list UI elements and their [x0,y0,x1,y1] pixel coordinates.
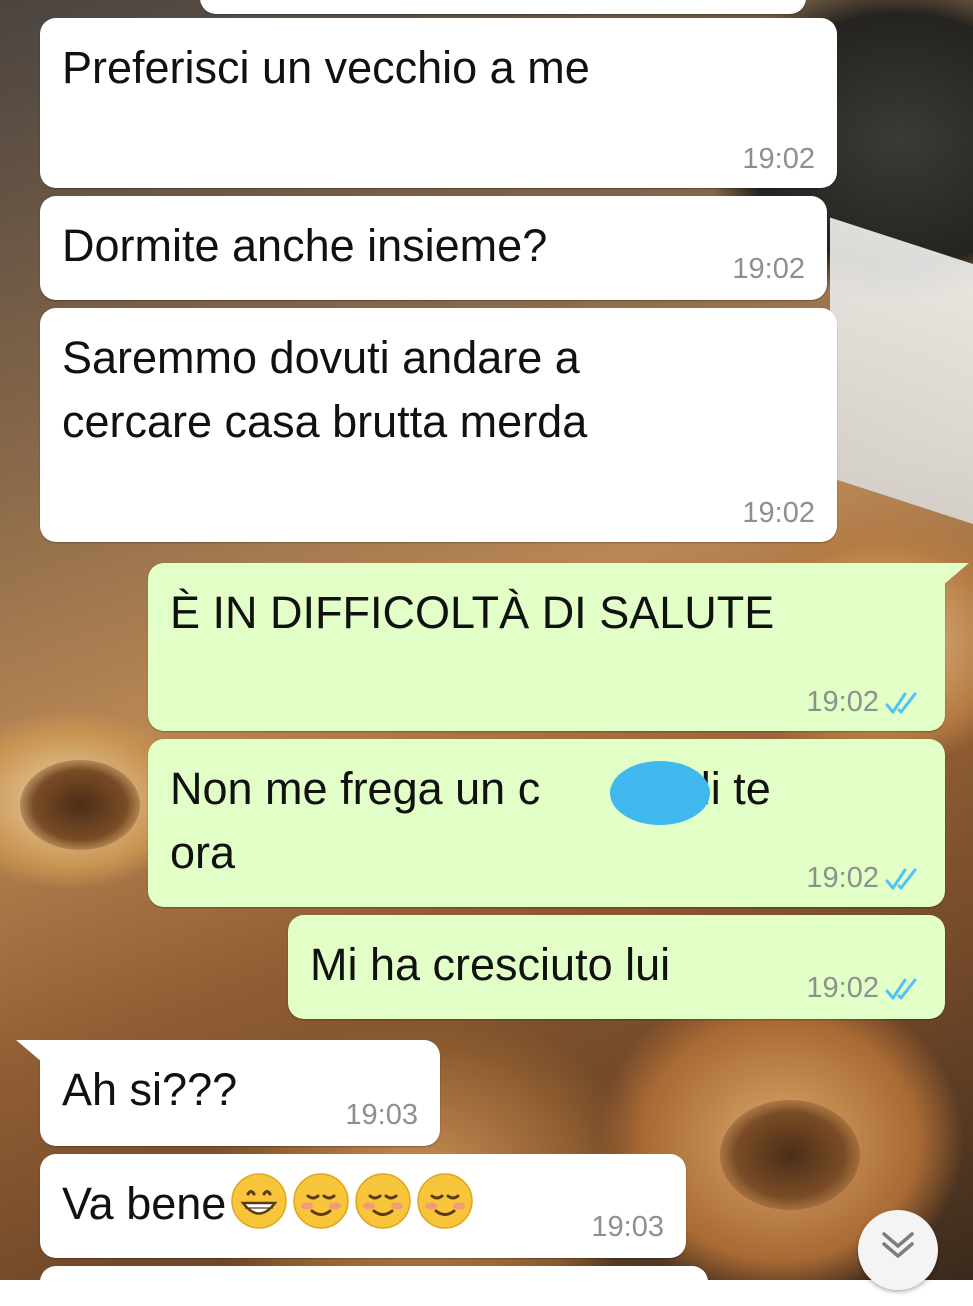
message-time: 19:02 [742,497,815,529]
message-text: Va bene [62,1172,664,1236]
message-meta: 19:02 [806,972,923,1005]
double-check-icon [885,868,917,889]
message-text: È IN DIFFICOLTÀ DI SALUTE [170,587,775,638]
message-text-before-redaction: Non me frega un c [170,763,541,814]
message-time: 19:02 [806,862,879,894]
message-time: 19:02 [742,143,815,175]
next-message-partial[interactable] [40,1266,708,1306]
message-outgoing[interactable]: Mi ha cresciuto lui 19:02 [288,915,945,1019]
scroll-to-bottom-button[interactable] [858,1210,938,1290]
message-incoming[interactable]: Saremmo dovuti andare a cercare casa bru… [40,308,837,542]
double-check-icon [885,978,917,999]
smiling-face-icon [355,1173,412,1229]
message-incoming[interactable]: Ah si??? 19:03 [16,1040,440,1146]
message-incoming[interactable]: Va bene 19:03 [40,1154,686,1258]
wallpaper-donut-hole [20,760,140,850]
message-meta: 19:02 [732,253,805,286]
message-meta: 19:03 [345,1099,418,1132]
double-chevron-down-icon [882,1232,914,1258]
message-text: Dormite anche insieme? [62,220,548,271]
smiling-face-icon [293,1173,350,1229]
message-time: 19:02 [806,686,879,718]
previous-message-partial[interactable] [200,0,806,14]
message-meta: 19:02 [742,143,815,176]
message-time: 19:02 [732,253,805,285]
redaction-mark [610,761,710,825]
message-meta: 19:02 [806,686,923,719]
message-meta: 19:02 [806,862,923,895]
double-check-icon [885,692,917,713]
message-incoming[interactable]: Preferisci un vecchio a me 19:02 [40,18,837,188]
message-time: 19:02 [806,972,879,1004]
message-text-content: Va bene [62,1178,227,1229]
message-outgoing[interactable]: È IN DIFFICOLTÀ DI SALUTE 19:02 [148,563,969,731]
message-meta: 19:03 [591,1211,664,1244]
message-text-line2: ora [170,827,236,878]
message-time: 19:03 [591,1211,664,1243]
bubble-tail [943,563,969,585]
message-time: 19:03 [345,1099,418,1131]
message-outgoing[interactable]: Non me frega un co di teora 19:02 [148,739,945,907]
wallpaper-tray [830,217,973,543]
message-text: Saremmo dovuti andare a cercare casa bru… [62,332,588,447]
grinning-face-icon [231,1173,288,1229]
message-text: Preferisci un vecchio a me [62,42,590,93]
smiling-face-icon [417,1173,474,1229]
message-meta: 19:02 [742,497,815,530]
bubble-tail [16,1040,42,1062]
message-incoming[interactable]: Dormite anche insieme? 19:02 [40,196,827,300]
wallpaper-donut-hole [720,1100,860,1210]
